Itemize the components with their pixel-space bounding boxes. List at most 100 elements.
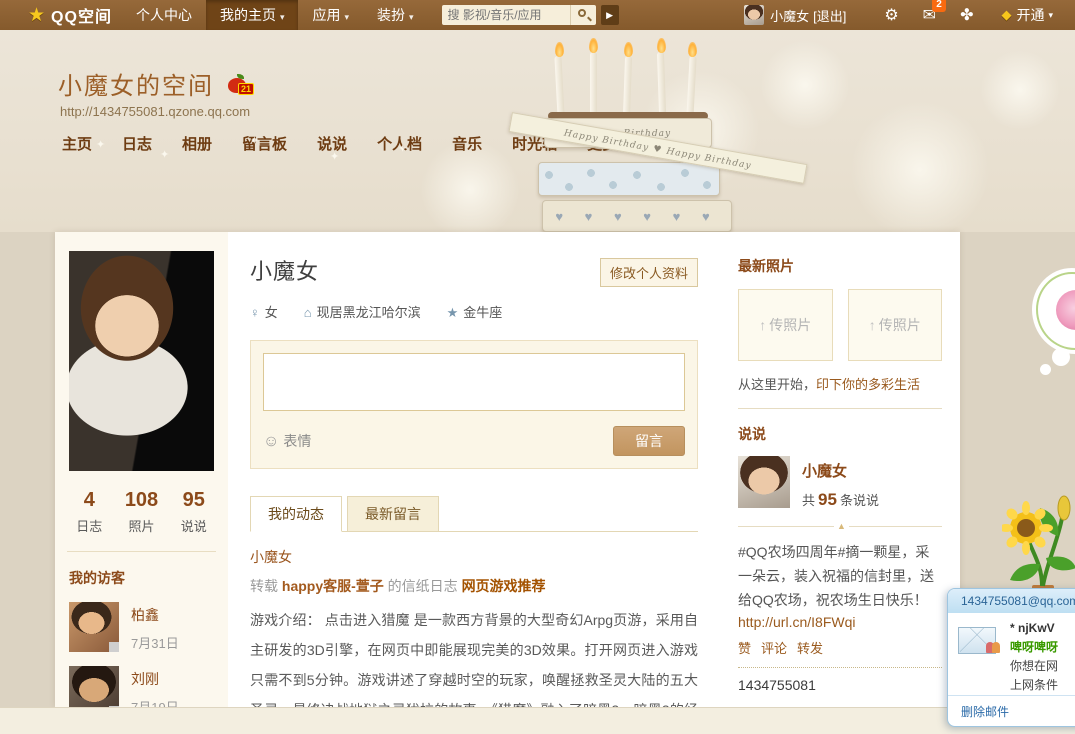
- zodiac-value: 金牛座: [463, 305, 502, 320]
- photos-hint-link[interactable]: 印下你的多彩生活: [816, 377, 920, 392]
- mail-sender: * njKwV: [1010, 619, 1075, 638]
- shuoshuo-title: 说说: [738, 424, 942, 444]
- bubble-decor: [1040, 364, 1051, 375]
- stats-bar: 4 日志 108 照片 95 说说: [65, 489, 218, 535]
- rose-bubble-decor: [1036, 272, 1075, 350]
- visitor-name[interactable]: 柏鑫: [131, 605, 179, 625]
- visitor-avatar[interactable]: [69, 602, 119, 652]
- chevron-down-icon: ▾: [344, 12, 349, 22]
- delete-mail-link[interactable]: 删除邮件: [961, 705, 1009, 719]
- profile-info-row: ♀女 ⌂现居黑龙江哈尔滨 ★金牛座: [250, 302, 698, 321]
- navbar-avatar[interactable]: [744, 5, 764, 25]
- nav-apps[interactable]: 应用▾: [298, 0, 363, 30]
- qzone-star-icon: ★: [28, 4, 45, 27]
- upload-photo-button[interactable]: ↑ 传照片: [848, 289, 943, 361]
- right-sidebar: 最新照片 ↑ 传照片 ↑ 传照片 从这里开始，印下你的多彩生活 说说 小魔女 共…: [720, 232, 960, 707]
- content-area: 4 日志 108 照片 95 说说 我的访客 柏鑫 7月31日 刘刚: [55, 232, 960, 707]
- tab-latest-messages[interactable]: 最新留言: [347, 496, 439, 532]
- sparkle-icon: ✦: [330, 150, 339, 163]
- location-value: 现居黑龙江哈尔滨: [317, 305, 421, 320]
- logout-link[interactable]: [退出]: [813, 6, 846, 25]
- divider: [67, 551, 216, 552]
- feed-source-link[interactable]: happy客服-萱子: [282, 578, 384, 594]
- feed-title-link[interactable]: 网页游戏推荐: [462, 578, 546, 594]
- search-expand-button[interactable]: ▶: [601, 5, 619, 25]
- clover-icon[interactable]: ✤: [960, 5, 973, 25]
- edit-profile-button[interactable]: 修改个人资料: [600, 258, 698, 287]
- visitor-item[interactable]: 柏鑫 7月31日: [69, 602, 228, 652]
- vip-activate-button[interactable]: ◆ 开通 ▾: [1001, 5, 1053, 25]
- zone-nav-album[interactable]: 相册: [182, 133, 212, 154]
- stat-shuoshuo[interactable]: 95 说说: [181, 489, 207, 535]
- leave-message-button[interactable]: 留言: [613, 426, 685, 456]
- forward-link[interactable]: 转发: [797, 638, 823, 657]
- visitor-name[interactable]: 刘刚: [131, 669, 179, 689]
- shuoshuo-username[interactable]: 小魔女: [802, 460, 879, 481]
- settings-gear-icon[interactable]: ⚙: [884, 5, 898, 25]
- zone-nav-board[interactable]: 留言板: [242, 133, 287, 154]
- zone-nav-home[interactable]: 主页: [62, 133, 92, 154]
- bubble-decor: [1052, 348, 1070, 366]
- upload-photo-button[interactable]: ↑ 传照片: [738, 289, 833, 361]
- like-link[interactable]: 赞: [738, 638, 751, 657]
- zodiac-star-icon: ★: [447, 305, 459, 320]
- zone-url: http://1434755081.qzone.qq.com: [60, 104, 250, 119]
- photos-hint: 从这里开始，印下你的多彩生活: [738, 374, 942, 393]
- mail-badge: 2: [932, 0, 946, 12]
- owner-id: 1434755081: [738, 677, 942, 693]
- feed-tabs: 我的动态 最新留言: [250, 495, 698, 532]
- stat-photos[interactable]: 108 照片: [125, 489, 158, 535]
- message-compose-panel: ☺表情 留言: [250, 340, 698, 469]
- navbar-username[interactable]: 小魔女: [770, 6, 809, 25]
- mail-icon[interactable]: ✉2: [923, 5, 936, 25]
- feed-author-link[interactable]: 小魔女: [250, 547, 698, 567]
- shuoshuo-avatar[interactable]: [738, 456, 790, 508]
- profile-photo[interactable]: [69, 251, 214, 471]
- visitor-avatar[interactable]: [69, 666, 119, 707]
- bokeh-decor: [760, 40, 850, 130]
- comment-link[interactable]: 评论: [761, 638, 787, 657]
- chevron-down-icon: ▾: [280, 12, 285, 22]
- sparkle-icon: ✦: [398, 142, 407, 155]
- message-textarea[interactable]: [263, 353, 685, 411]
- search-input[interactable]: [442, 5, 570, 25]
- play-icon: ▶: [606, 10, 613, 20]
- chevron-down-icon: ▾: [1048, 10, 1053, 21]
- shuoshuo-count: 共95条说说: [802, 490, 879, 510]
- nav-decorate[interactable]: 装扮▾: [363, 0, 428, 30]
- search-button[interactable]: [570, 5, 596, 25]
- emoticon-button[interactable]: ☺表情: [263, 431, 311, 451]
- upload-arrow-icon: ↑: [869, 317, 876, 333]
- visitor-date: 7月31日: [131, 633, 179, 652]
- qzone-logo-text: QQ空间: [51, 3, 112, 27]
- dotted-divider: [738, 667, 942, 668]
- mail-subject-link[interactable]: 啤呀啤呀: [1010, 638, 1075, 657]
- divider: [738, 408, 942, 409]
- qzone-logo[interactable]: ★ QQ空间: [0, 3, 122, 27]
- bokeh-decor: [980, 50, 1060, 130]
- birthday-cake-decor: Happy Birthday ♥ ♥ ♥ ♥ ♥ ♥ Happy Birthda…: [538, 30, 748, 232]
- tab-my-activity[interactable]: 我的动态: [250, 496, 342, 532]
- visitor-item[interactable]: 刘刚 7月19日: [69, 666, 228, 707]
- shuoshuo-url-link[interactable]: http://url.cn/I8FWqi: [738, 614, 942, 630]
- chevron-down-icon: ▾: [409, 12, 414, 22]
- sunflower-decor: [1002, 492, 1075, 600]
- stat-blogs[interactable]: 4 日志: [76, 489, 102, 535]
- feed-meta-prefix: 转载: [250, 578, 278, 594]
- apple-badge: 21: [238, 83, 254, 95]
- mail-preview-line1: 你想在网: [1010, 657, 1075, 676]
- search-icon: [578, 9, 586, 17]
- contacts-icon: [986, 641, 1000, 656]
- yellow-diamond-icon: ◆: [1001, 7, 1011, 23]
- collapse-triangle-icon[interactable]: ▲: [834, 521, 849, 531]
- main-column: 小魔女 修改个人资料 ♀女 ⌂现居黑龙江哈尔滨 ★金牛座 ☺表情 留言 我的动态…: [228, 232, 720, 707]
- zone-nav-blog[interactable]: 日志: [122, 133, 152, 154]
- apple-gift-icon[interactable]: 21: [228, 74, 250, 94]
- nav-my-home[interactable]: 我的主页▾: [206, 0, 299, 30]
- footer-bar: [0, 707, 1075, 734]
- gender-value: 女: [265, 305, 278, 320]
- zone-nav-music[interactable]: 音乐: [452, 133, 482, 154]
- nav-personal-center[interactable]: 个人中心: [122, 0, 206, 30]
- latest-photos-title: 最新照片: [738, 256, 942, 276]
- top-navbar: ★ QQ空间 个人中心 我的主页▾ 应用▾ 装扮▾ ▶ 小魔女 [退出] ⚙ ✉…: [0, 0, 1075, 30]
